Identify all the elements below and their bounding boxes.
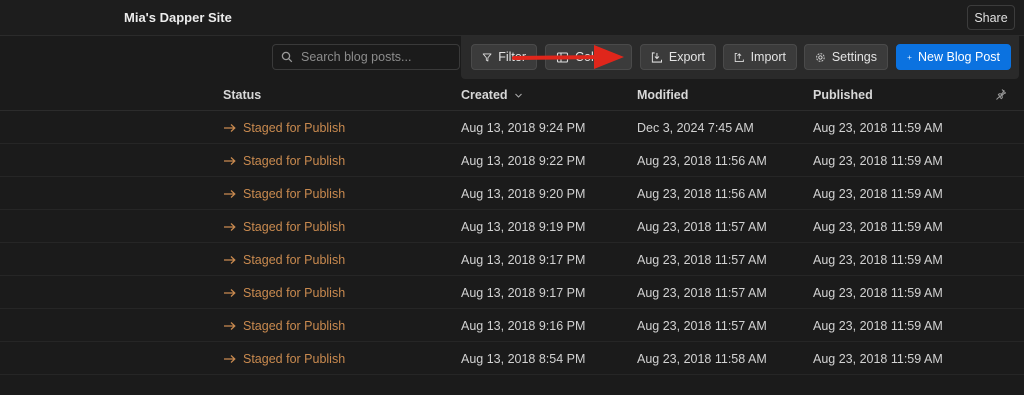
- created-cell: Aug 13, 2018 9:17 PM: [461, 253, 586, 267]
- arrow-right-icon: [224, 289, 236, 297]
- table-row[interactable]: Staged for Publish Aug 13, 2018 9:17 PM …: [0, 243, 1024, 276]
- created-cell: Aug 13, 2018 8:54 PM: [461, 352, 586, 366]
- modified-cell: Aug 23, 2018 11:57 AM: [637, 286, 767, 300]
- search-input[interactable]: [299, 49, 453, 65]
- arrow-right-icon: [224, 355, 236, 363]
- arrow-right-icon: [224, 256, 236, 264]
- modified-cell: Aug 23, 2018 11:56 AM: [637, 154, 767, 168]
- status-label: Staged for Publish: [243, 154, 346, 168]
- import-label: Import: [750, 50, 786, 64]
- gear-icon: [816, 52, 825, 62]
- import-button[interactable]: Import: [723, 44, 797, 70]
- modified-cell: Aug 23, 2018 11:57 AM: [637, 253, 767, 267]
- table-row[interactable]: Staged for Publish Aug 13, 2018 8:54 PM …: [0, 342, 1024, 375]
- status-label: Staged for Publish: [243, 352, 346, 366]
- published-cell: Aug 23, 2018 11:59 AM: [813, 121, 943, 135]
- published-cell: Aug 23, 2018 11:59 AM: [813, 154, 943, 168]
- search-box[interactable]: [272, 44, 460, 70]
- table-row[interactable]: Staged for Publish Aug 13, 2018 9:17 PM …: [0, 276, 1024, 309]
- column-header-modified[interactable]: Modified: [637, 88, 688, 102]
- plus-icon: [907, 54, 912, 60]
- status-cell: Staged for Publish: [223, 220, 345, 234]
- arrow-right-icon: [224, 223, 236, 231]
- import-icon: [734, 52, 744, 62]
- export-label: Export: [668, 50, 705, 64]
- site-title: Mia's Dapper Site: [124, 10, 232, 25]
- table-header: Status Created Modified Published: [0, 79, 1024, 111]
- table-row[interactable]: Staged for Publish Aug 13, 2018 9:24 PM …: [0, 111, 1024, 144]
- column-header-created-label: Created: [461, 88, 508, 102]
- annotation-arrow-icon: [512, 45, 624, 69]
- settings-button[interactable]: Settings: [804, 44, 888, 70]
- arrow-right-icon: [224, 190, 236, 198]
- new-blog-post-button[interactable]: New Blog Post: [896, 44, 1011, 70]
- created-cell: Aug 13, 2018 9:20 PM: [461, 187, 586, 201]
- status-label: Staged for Publish: [243, 187, 346, 201]
- modified-cell: Aug 23, 2018 11:56 AM: [637, 187, 767, 201]
- published-cell: Aug 23, 2018 11:59 AM: [813, 187, 943, 201]
- pin-icon[interactable]: [995, 88, 1007, 100]
- table-row[interactable]: Staged for Publish Aug 13, 2018 9:16 PM …: [0, 309, 1024, 342]
- new-blog-post-label: New Blog Post: [918, 50, 1000, 64]
- modified-cell: Aug 23, 2018 11:57 AM: [637, 220, 767, 234]
- published-cell: Aug 23, 2018 11:59 AM: [813, 253, 943, 267]
- column-header-created[interactable]: Created: [461, 88, 523, 102]
- arrow-right-icon: [224, 124, 236, 132]
- status-cell: Staged for Publish: [223, 121, 345, 135]
- top-bar: Mia's Dapper Site Share: [0, 0, 1024, 36]
- status-cell: Staged for Publish: [223, 253, 345, 267]
- modified-cell: Dec 3, 2024 7:45 AM: [637, 121, 754, 135]
- status-label: Staged for Publish: [243, 286, 346, 300]
- status-label: Staged for Publish: [243, 319, 346, 333]
- status-label: Staged for Publish: [243, 220, 346, 234]
- published-cell: Aug 23, 2018 11:59 AM: [813, 220, 943, 234]
- created-cell: Aug 13, 2018 9:16 PM: [461, 319, 586, 333]
- chevron-down-icon: [514, 93, 522, 98]
- created-cell: Aug 13, 2018 9:19 PM: [461, 220, 586, 234]
- table-row[interactable]: Staged for Publish Aug 13, 2018 9:19 PM …: [0, 210, 1024, 243]
- filter-icon: [482, 53, 492, 61]
- published-cell: Aug 23, 2018 11:59 AM: [813, 352, 943, 366]
- table-row[interactable]: Staged for Publish Aug 13, 2018 9:22 PM …: [0, 144, 1024, 177]
- published-cell: Aug 23, 2018 11:59 AM: [813, 286, 943, 300]
- created-cell: Aug 13, 2018 9:24 PM: [461, 121, 586, 135]
- arrow-right-icon: [224, 157, 236, 165]
- export-button[interactable]: Export: [640, 44, 716, 70]
- status-cell: Staged for Publish: [223, 319, 345, 333]
- settings-label: Settings: [831, 50, 877, 64]
- published-cell: Aug 23, 2018 11:59 AM: [813, 319, 943, 333]
- status-label: Staged for Publish: [243, 253, 346, 267]
- arrow-right-icon: [224, 322, 236, 330]
- status-cell: Staged for Publish: [223, 286, 345, 300]
- export-icon: [651, 51, 662, 63]
- table-row[interactable]: Staged for Publish Aug 13, 2018 9:20 PM …: [0, 177, 1024, 210]
- share-button[interactable]: Share: [967, 5, 1015, 30]
- status-cell: Staged for Publish: [223, 352, 345, 366]
- status-cell: Staged for Publish: [223, 154, 345, 168]
- search-icon: [281, 51, 293, 63]
- column-header-published[interactable]: Published: [813, 88, 873, 102]
- status-label: Staged for Publish: [243, 121, 346, 135]
- created-cell: Aug 13, 2018 9:22 PM: [461, 154, 586, 168]
- modified-cell: Aug 23, 2018 11:57 AM: [637, 319, 767, 333]
- modified-cell: Aug 23, 2018 11:58 AM: [637, 352, 767, 366]
- status-cell: Staged for Publish: [223, 187, 345, 201]
- created-cell: Aug 13, 2018 9:17 PM: [461, 286, 586, 300]
- column-header-status[interactable]: Status: [223, 88, 261, 102]
